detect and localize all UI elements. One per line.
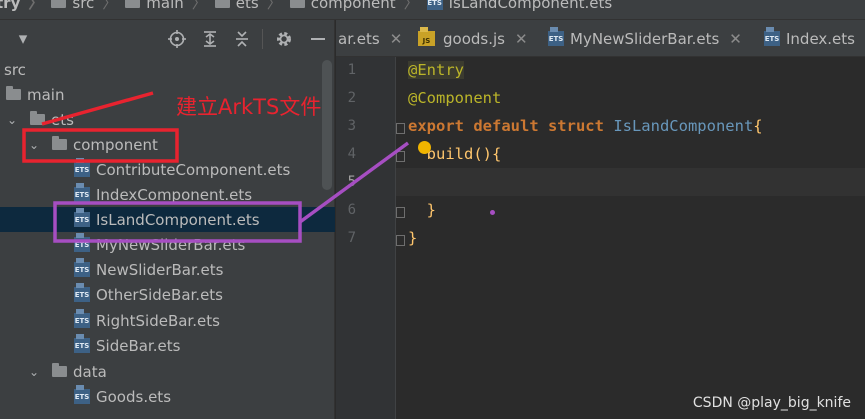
ets-file-icon: ETS xyxy=(74,334,90,353)
line-number: 6 xyxy=(347,202,356,218)
ets-file-icon: ETS xyxy=(548,27,564,46)
js-file-icon: JS xyxy=(418,27,435,46)
line-number: 1 xyxy=(347,62,356,78)
line-number: 3 xyxy=(347,118,356,134)
tree-item-component[interactable]: ⌄ component xyxy=(0,132,335,157)
code-line-6: } xyxy=(426,201,437,219)
cursor-dot xyxy=(490,210,495,215)
code-line-1: @Entry xyxy=(408,61,464,79)
locate-icon[interactable] xyxy=(168,30,186,48)
breadcrumb-item-project[interactable]: try〉 xyxy=(0,0,51,13)
tree-item-mynewsliderbar[interactable]: ETS MyNewSliderBar.ets xyxy=(0,232,335,257)
tree-item-indexcomponent[interactable]: ETS IndexComponent.ets xyxy=(0,182,335,207)
ets-file-icon: ETS xyxy=(74,183,90,202)
ets-file-icon: ETS xyxy=(74,385,90,404)
code-line-3: export default struct IsLandComponent{ xyxy=(408,117,763,135)
chevron-down-icon[interactable]: ⌄ xyxy=(28,138,40,152)
tab-mynewsliderbar[interactable]: ETS MyNewSliderBar.ets ✕ xyxy=(548,20,742,56)
ets-file-icon: ETS xyxy=(74,233,90,252)
breadcrumb-item-src[interactable]: src 〉 xyxy=(51,0,125,13)
line-number: 4 xyxy=(347,146,356,162)
folder-icon xyxy=(125,0,141,8)
tab-goods-js[interactable]: JS goods.js ✕ xyxy=(418,20,528,56)
folder-icon xyxy=(30,111,45,125)
chevron-down-icon[interactable]: ⌄ xyxy=(6,113,18,127)
gear-icon[interactable] xyxy=(275,30,293,48)
tree-item-rightsidebar[interactable]: ETS RightSideBar.ets xyxy=(0,308,335,333)
folder-icon xyxy=(6,86,21,100)
tree-item-newsliderbar[interactable]: ETS NewSliderBar.ets xyxy=(0,257,335,282)
ets-file-icon: ETS xyxy=(74,283,90,302)
expand-all-icon[interactable] xyxy=(201,30,219,48)
ets-file-icon: ETS xyxy=(74,158,90,177)
chevron-down-icon[interactable]: ⌄ xyxy=(28,365,40,379)
folder-icon xyxy=(289,0,305,8)
editor-tabbar: ar.ets ✕ JS goods.js ✕ ETS MyNewSliderBa… xyxy=(336,20,865,57)
annotation-caption: 建立ArkTS文件 xyxy=(176,95,322,119)
view-dropdown-icon[interactable]: ▾ xyxy=(14,30,32,48)
folder-icon xyxy=(51,0,67,8)
line-number: 2 xyxy=(347,90,356,106)
fold-marker-icon[interactable] xyxy=(396,207,405,218)
lightbulb-icon[interactable] xyxy=(418,141,431,154)
breadcrumb-item-file[interactable]: ETS IsLandComponent.ets xyxy=(426,0,612,12)
breadcrumb-item-ets[interactable]: ets 〉 xyxy=(214,0,290,13)
project-toolbar: ▾ xyxy=(0,20,335,57)
fold-marker-icon[interactable] xyxy=(396,151,405,162)
ets-file-icon: ETS xyxy=(426,0,443,10)
watermark: CSDN @play_big_knife xyxy=(692,395,851,411)
tree-item-othersidebar[interactable]: ETS OtherSideBar.ets xyxy=(0,282,335,307)
line-gutter: 1 2 3 4 5 6 7 xyxy=(336,57,396,419)
tree-item-src[interactable]: src xyxy=(0,57,335,82)
code-line-7: } xyxy=(408,229,418,247)
ets-file-icon: ETS xyxy=(74,258,90,277)
tree-item-contributecomponent[interactable]: ETS ContributeComponent.ets xyxy=(0,157,335,182)
ets-file-icon: ETS xyxy=(74,208,90,227)
toolbar-divider xyxy=(262,29,263,49)
project-panel: ▾ src main ⌄ ets ⌄ component ETS Contrib… xyxy=(0,20,335,419)
fold-marker-icon[interactable] xyxy=(396,123,405,134)
close-icon[interactable]: ✕ xyxy=(390,30,403,48)
folder-icon xyxy=(52,363,67,377)
tab-index[interactable]: ETS Index.ets xyxy=(764,20,855,56)
ets-file-icon: ETS xyxy=(764,27,780,46)
current-line-highlight xyxy=(396,168,865,196)
code-editor[interactable]: 1 2 3 4 5 6 7 @Entry @Component export d… xyxy=(336,57,865,419)
fold-marker-icon[interactable] xyxy=(396,235,405,246)
line-number-current: 5 xyxy=(347,174,356,190)
hide-icon[interactable] xyxy=(309,30,327,48)
close-icon[interactable]: ✕ xyxy=(515,30,528,48)
close-icon[interactable]: ✕ xyxy=(729,30,742,48)
breadcrumb: try〉 src〉 main〉 ets〉 component〉 ETSIsLan… xyxy=(0,0,865,20)
line-number: 7 xyxy=(347,230,356,246)
tree-item-goods[interactable]: ETS Goods.ets xyxy=(0,384,335,409)
project-scrollbar[interactable] xyxy=(322,60,332,190)
folder-icon xyxy=(52,136,67,150)
tree-item-sidebar[interactable]: ETS SideBar.ets xyxy=(0,333,335,358)
tree-item-data[interactable]: ⌄ data xyxy=(0,359,335,384)
folder-icon xyxy=(214,0,230,8)
tab-ar[interactable]: ar.ets ✕ xyxy=(338,20,403,56)
breadcrumb-item-main[interactable]: main 〉 xyxy=(125,0,215,13)
code-line-2: @Component xyxy=(408,89,502,107)
breadcrumb-item-component[interactable]: component 〉 xyxy=(289,0,427,13)
collapse-all-icon[interactable] xyxy=(233,30,251,48)
tree-item-islandcomponent[interactable]: ETS IsLandComponent.ets xyxy=(0,207,335,232)
ets-file-icon: ETS xyxy=(74,309,90,328)
